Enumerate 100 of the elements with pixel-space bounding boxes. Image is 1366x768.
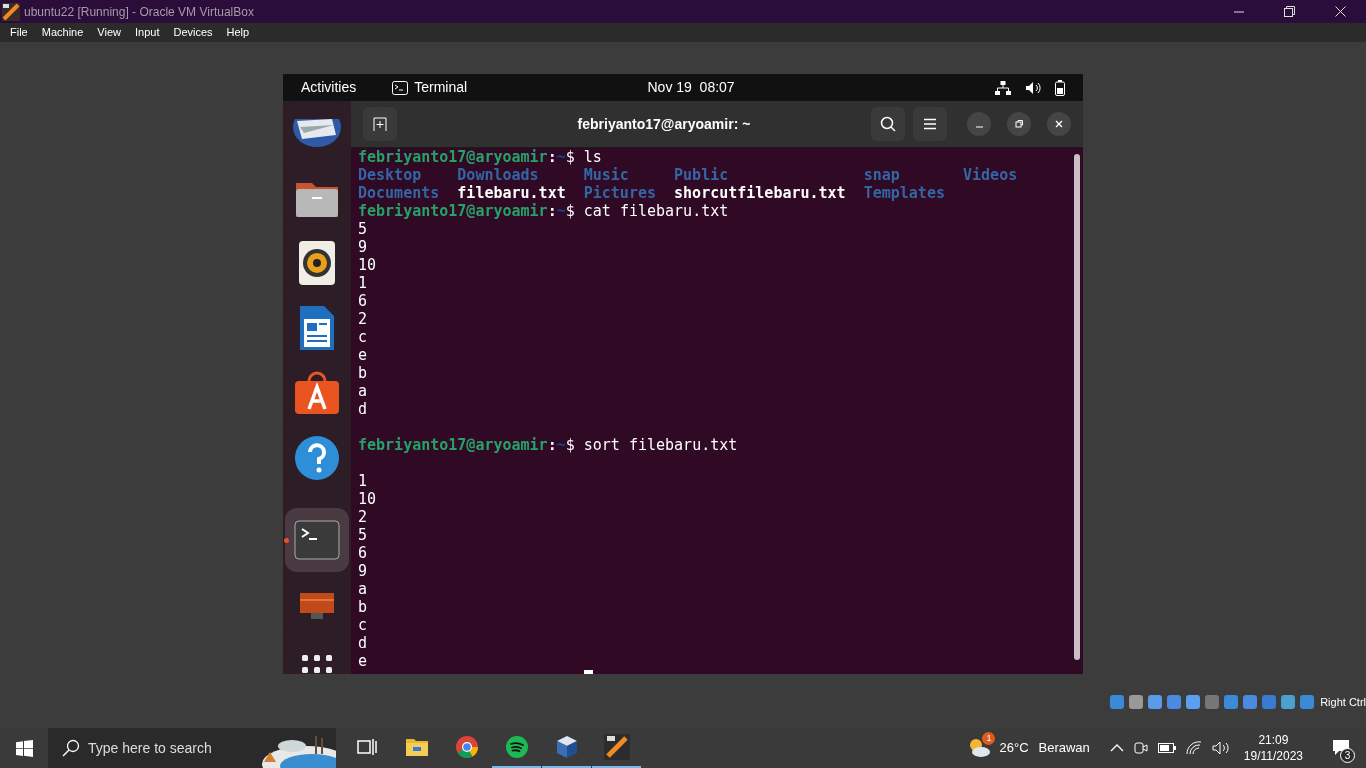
output-line: 2 (358, 310, 368, 328)
status-icon[interactable] (1204, 694, 1221, 710)
help-icon[interactable] (294, 435, 340, 481)
close-icon (1054, 119, 1064, 129)
file-name: Documents (358, 184, 440, 202)
status-icon[interactable] (1261, 694, 1278, 710)
folder-icon[interactable] (404, 737, 429, 757)
cloudy-weather-icon (967, 736, 992, 758)
volume-icon[interactable] (1025, 80, 1041, 95)
prompt-separator: : (547, 148, 557, 166)
file-name: Public (674, 166, 729, 184)
new-tab-icon (372, 116, 388, 132)
speaker-icon[interactable] (298, 240, 336, 286)
command-text: sort filebaru.txt (582, 436, 738, 454)
clock[interactable]: 21:09 19/11/2023 (1243, 732, 1303, 764)
network-icon[interactable] (995, 80, 1011, 95)
search-field[interactable]: Type here to search (88, 737, 258, 759)
music-app-icon[interactable] (504, 735, 529, 759)
status-icon[interactable] (1147, 694, 1164, 710)
output-line: c (358, 616, 368, 634)
battery-icon[interactable] (1157, 743, 1176, 753)
clock[interactable]: Nov 19 08:07 (647, 77, 735, 98)
output-line: 6 (358, 544, 368, 562)
prompt-user: febriyanto17@aryoamir (358, 202, 548, 220)
output-line: a (358, 580, 368, 598)
weather-widget[interactable]: 1 26°C Berawan (963, 728, 1094, 768)
prompt-user: febriyanto17@aryoamir (358, 148, 548, 166)
prompt-sign: $ (565, 148, 575, 166)
command-text: cat filebaru.txt (582, 202, 729, 220)
notification-badge: 3 (1340, 748, 1355, 763)
output-line: 10 (358, 256, 377, 274)
prompt-separator: : (547, 436, 557, 454)
status-icon[interactable] (1242, 694, 1259, 710)
menu-item[interactable]: Devices (173, 24, 213, 41)
terminal-icon (392, 80, 409, 95)
file-name: Desktop (358, 166, 422, 184)
search-box[interactable]: Type here to search (48, 728, 336, 768)
document-icon[interactable] (298, 305, 336, 351)
status-icon[interactable] (1185, 694, 1202, 710)
menu-item[interactable]: Machine (41, 24, 84, 41)
minimize-icon[interactable] (1234, 10, 1244, 13)
output-line: e (358, 652, 368, 670)
output-line: 1 (358, 274, 368, 292)
camera-icon[interactable] (1133, 740, 1148, 756)
prompt-user: febriyanto17@aryoamir (358, 436, 548, 454)
prompt-path: ~ (556, 148, 566, 166)
file-name: filebaru.txt (457, 184, 566, 202)
host-key-label: Right Ctrl (1320, 694, 1366, 710)
wifi-icon[interactable] (1185, 741, 1202, 755)
window-title: febriyanto17@aryoamir: ~ (577, 114, 751, 134)
minimize-button[interactable] (967, 112, 991, 136)
status-icon[interactable] (1128, 694, 1145, 710)
weather-badge: 1 (982, 732, 996, 745)
status-icon[interactable] (1223, 694, 1240, 710)
output-line: e (358, 346, 368, 364)
menu-button[interactable] (913, 107, 947, 141)
file-name: Pictures (583, 184, 656, 202)
chevron-up-icon[interactable] (1109, 743, 1124, 753)
terminal-icon[interactable] (294, 520, 340, 560)
weather-condition: Berawan (1038, 739, 1090, 758)
app-icon (2, 2, 20, 21)
menu-item[interactable]: View (97, 24, 121, 41)
restore-icon[interactable] (1284, 6, 1295, 17)
menu-icon (923, 118, 937, 130)
close-icon[interactable] (1335, 6, 1346, 17)
output-line: 9 (358, 238, 368, 256)
scrollbar[interactable] (1073, 154, 1080, 660)
status-icon[interactable] (1109, 694, 1126, 710)
new-tab-button[interactable] (363, 107, 397, 141)
activities-button[interactable]: Activities (301, 77, 357, 98)
menu-item[interactable]: File (10, 24, 28, 41)
maximize-button[interactable] (1007, 112, 1031, 136)
file-name: Videos (963, 166, 1018, 184)
status-icon[interactable] (1299, 694, 1316, 710)
notification-button[interactable]: 3 (1321, 728, 1361, 768)
status-icon[interactable] (1280, 694, 1297, 710)
search-icon (880, 116, 896, 132)
time: 21:09 (1258, 732, 1289, 748)
output-line: d (358, 634, 368, 652)
output-line: b (358, 598, 368, 616)
menu-item[interactable]: Help (226, 24, 250, 41)
app-menu[interactable]: Terminal (414, 77, 468, 98)
virtual-machine-icon[interactable] (603, 734, 630, 760)
volume-icon[interactable] (1211, 741, 1230, 755)
status-icon[interactable] (1166, 694, 1183, 710)
envelope-icon[interactable] (292, 119, 342, 147)
output-line: d (358, 400, 368, 418)
search-button[interactable] (871, 107, 905, 141)
shopping-bag-icon[interactable] (294, 371, 340, 415)
output-line: 10 (358, 490, 377, 508)
output-line: c (358, 328, 368, 346)
battery-icon[interactable] (1055, 79, 1065, 96)
menu-item[interactable]: Input (134, 24, 160, 41)
task-view-icon[interactable] (356, 738, 377, 756)
output-line: 5 (358, 526, 368, 544)
close-button[interactable] (1047, 112, 1071, 136)
restore-icon (1014, 119, 1024, 129)
cube-icon[interactable] (554, 735, 579, 759)
browser-icon[interactable] (454, 735, 479, 759)
output-line: 1 (358, 472, 368, 490)
